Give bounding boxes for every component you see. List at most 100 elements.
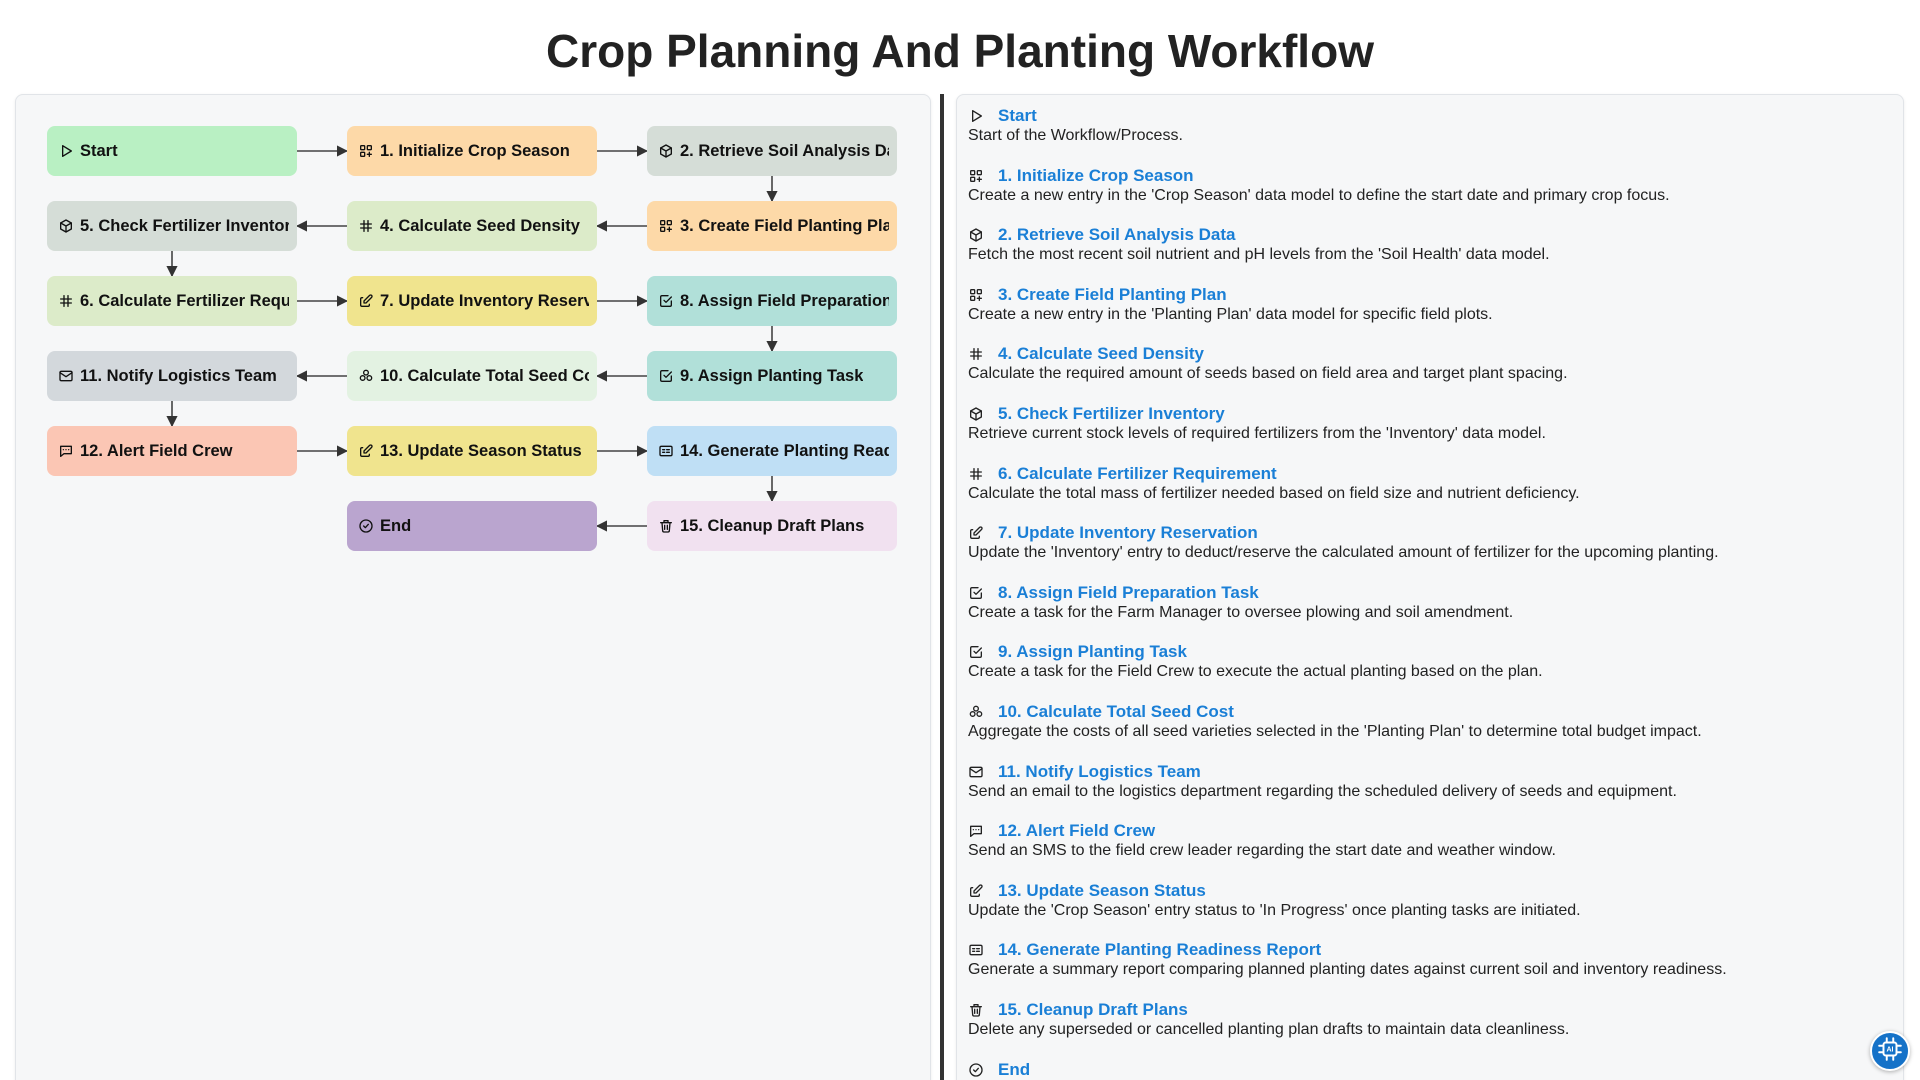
cube-icon: [968, 227, 984, 243]
node-label: 3. Create Field Planting Plan: [680, 216, 889, 235]
panel-divider[interactable]: [940, 94, 944, 1080]
node-step-2[interactable]: 2. Retrieve Soil Analysis Data: [647, 126, 897, 176]
node-label: 15. Cleanup Draft Plans: [680, 516, 865, 535]
step-title-link[interactable]: 2. Retrieve Soil Analysis Data: [998, 225, 1235, 245]
list-item: 6. Calculate Fertilizer Requirement Calcu…: [968, 464, 1580, 503]
node-start[interactable]: Start: [47, 126, 297, 176]
step-description: Calculate the total mass of fertilizer n…: [968, 484, 1580, 502]
step-title-link[interactable]: 5. Check Fertilizer Inventory: [998, 404, 1225, 424]
step-title-link[interactable]: Start: [998, 106, 1037, 126]
step-description: Generate a summary report comparing plan…: [968, 961, 1727, 979]
step-description: Aggregate the costs of all seed varietie…: [968, 723, 1702, 740]
cube-icon: [58, 218, 74, 234]
step-title-link[interactable]: 14. Generate Planting Readiness Report: [998, 940, 1321, 960]
edit-icon: [968, 525, 984, 541]
step-description: Create a new entry in the 'Planting Plan…: [968, 305, 1493, 323]
step-title-link[interactable]: 9. Assign Planting Task: [998, 642, 1187, 662]
step-description: Create a task for the Farm Manager to ov…: [968, 603, 1514, 621]
mail-icon: [968, 764, 984, 780]
list-item: End: [968, 1060, 1030, 1080]
node-step-8[interactable]: 8. Assign Field Preparation Task: [647, 276, 897, 326]
hash-icon: [58, 293, 74, 309]
list-item: 2. Retrieve Soil Analysis Data Fetch the …: [968, 225, 1550, 264]
node-step-6[interactable]: 6. Calculate Fertilizer Requirement: [47, 276, 297, 326]
step-title-link[interactable]: 1. Initialize Crop Season: [998, 166, 1194, 186]
edit-icon: [968, 883, 984, 899]
step-description: Create a new entry in the 'Crop Season' …: [968, 186, 1670, 204]
grid-add-icon: [358, 143, 374, 159]
checkbox-icon: [658, 368, 674, 384]
cube-icon: [658, 143, 674, 159]
list-item: 7. Update Inventory Reservation Update th…: [968, 523, 1719, 562]
step-description: Calculate the required amount of seeds b…: [968, 365, 1568, 383]
list-item: 8. Assign Field Preparation Task Create a…: [968, 583, 1513, 622]
report-icon: [968, 942, 984, 958]
step-description: Retrieve current stock levels of require…: [968, 425, 1546, 442]
list-item: 4. Calculate Seed Density Calculate the r…: [968, 344, 1568, 383]
step-title-link[interactable]: 12. Alert Field Crew: [998, 821, 1155, 841]
step-description: Create a task for the Field Crew to exec…: [968, 663, 1543, 681]
list-item: 15. Cleanup Draft Plans Delete any supers…: [968, 1000, 1569, 1039]
checkbox-icon: [968, 644, 984, 660]
step-title-link[interactable]: End: [998, 1060, 1030, 1080]
node-step-15[interactable]: 15. Cleanup Draft Plans: [647, 501, 897, 551]
list-item: 14. Generate Planting Readiness Report Ge…: [968, 940, 1727, 979]
step-description: Send an SMS to the field crew leader reg…: [968, 842, 1556, 860]
list-item: 13. Update Season Status Update the 'Crop…: [968, 881, 1581, 920]
node-label: 13. Update Season Status: [380, 441, 582, 460]
check-circle-icon: [358, 518, 374, 534]
message-icon: [58, 443, 74, 459]
node-step-1[interactable]: 1. Initialize Crop Season: [347, 126, 597, 176]
node-step-5[interactable]: 5. Check Fertilizer Inventory: [47, 201, 297, 251]
node-step-10[interactable]: 10. Calculate Total Seed Cost: [347, 351, 597, 401]
step-title-link[interactable]: 13. Update Season Status: [998, 881, 1206, 901]
list-item: 11. Notify Logistics Team Send an email t…: [968, 762, 1677, 801]
node-step-3[interactable]: 3. Create Field Planting Plan: [647, 201, 897, 251]
grid-add-icon: [658, 218, 674, 234]
list-item: Start Start of the Workflow/Process.: [968, 106, 1183, 145]
report-icon: [658, 443, 674, 459]
step-title-link[interactable]: 4. Calculate Seed Density: [998, 344, 1204, 364]
cube-icon: [968, 406, 984, 422]
step-description: Delete any superseded or cancelled plant…: [968, 1021, 1570, 1038]
node-step-12[interactable]: 12. Alert Field Crew: [47, 426, 297, 476]
hash-icon: [968, 346, 984, 362]
step-title-link[interactable]: 3. Create Field Planting Plan: [998, 285, 1227, 305]
list-item: 12. Alert Field Crew Send an SMS to the f…: [968, 821, 1556, 860]
node-label: Start: [80, 141, 118, 160]
list-item: 10. Calculate Total Seed Cost Aggregate t…: [968, 702, 1702, 741]
ai-chip-icon: AI: [1877, 1036, 1903, 1067]
hash-icon: [968, 466, 984, 482]
node-step-7[interactable]: 7. Update Inventory Reservation: [347, 276, 597, 326]
step-title-link[interactable]: 8. Assign Field Preparation Task: [998, 583, 1259, 603]
ai-assistant-button[interactable]: AI: [1870, 1031, 1910, 1071]
list-item: 3. Create Field Planting Plan Create a ne…: [968, 285, 1493, 324]
node-step-11[interactable]: 11. Notify Logistics Team: [47, 351, 297, 401]
step-description: Update the 'Inventory' entry to deduct/r…: [968, 544, 1719, 562]
node-step-9[interactable]: 9. Assign Planting Task: [647, 351, 897, 401]
grid-add-icon: [968, 287, 984, 303]
step-title-link[interactable]: 15. Cleanup Draft Plans: [998, 1000, 1188, 1020]
node-label: 7. Update Inventory Reservation: [380, 291, 589, 310]
step-title-link[interactable]: 10. Calculate Total Seed Cost: [998, 702, 1234, 722]
list-item: 9. Assign Planting Task Create a task for…: [968, 642, 1543, 681]
step-description: Update the 'Crop Season' entry status to…: [968, 901, 1581, 919]
node-step-4[interactable]: 4. Calculate Seed Density: [347, 201, 597, 251]
step-title-link[interactable]: 6. Calculate Fertilizer Requirement: [998, 464, 1277, 484]
node-step-13[interactable]: 13. Update Season Status: [347, 426, 597, 476]
edit-icon: [358, 443, 374, 459]
message-icon: [968, 823, 984, 839]
node-label: 10. Calculate Total Seed Cost: [380, 366, 589, 385]
step-list: Start Start of the Workflow/Process. 1. In…: [956, 94, 1904, 1080]
checkbox-icon: [658, 293, 674, 309]
step-title-link[interactable]: 11. Notify Logistics Team: [998, 762, 1201, 782]
node-step-14[interactable]: 14. Generate Planting Readiness Report: [647, 426, 897, 476]
step-description: Send an email to the logistics departmen…: [968, 782, 1677, 800]
node-label: 9. Assign Planting Task: [680, 366, 864, 385]
node-end[interactable]: End: [347, 501, 597, 551]
node-label: 2. Retrieve Soil Analysis Data: [680, 141, 889, 160]
edit-icon: [358, 293, 374, 309]
mail-icon: [58, 368, 74, 384]
node-label: End: [380, 516, 412, 535]
step-title-link[interactable]: 7. Update Inventory Reservation: [998, 523, 1258, 543]
